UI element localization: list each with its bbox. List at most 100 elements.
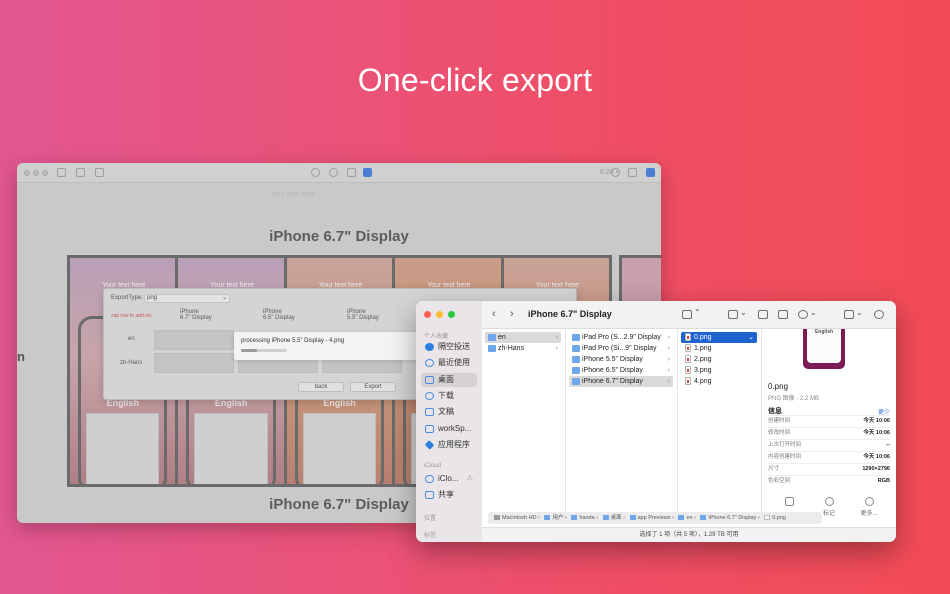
chevron-right-icon: › <box>667 334 670 341</box>
column-view-icon[interactable] <box>682 310 692 319</box>
info-row: 创建时间 今天 10:06 <box>768 415 890 426</box>
list-item[interactable]: 1.png <box>681 343 757 354</box>
finder-title: iPhone 6.7" Display <box>528 309 612 319</box>
sidebar-section-tags: 标签 <box>424 533 437 539</box>
list-item[interactable]: 4.png <box>681 376 757 387</box>
info-value: 今天 10:06 <box>863 418 890 424</box>
sidebar-item-desktop[interactable]: 桌面 <box>421 373 477 387</box>
sidebar-item-documents[interactable]: 文稿 <box>421 405 477 419</box>
list-item[interactable]: iPhone 6.5" Display › <box>569 365 673 376</box>
info-key: 尺寸 <box>768 466 780 472</box>
image-icon[interactable] <box>95 168 104 177</box>
export-button[interactable]: Export <box>350 382 396 392</box>
sidebar-item-downloads[interactable]: 下载 <box>421 389 477 403</box>
sidebar-toggle-icon[interactable] <box>57 168 66 177</box>
info-value: 1290×2796 <box>862 466 890 472</box>
path-segment[interactable]: iPhone 6.7" Display › <box>700 515 760 521</box>
sidebar-item-label: 桌面 <box>438 375 454 384</box>
folder-icon <box>425 425 434 433</box>
gear-icon[interactable] <box>329 168 338 177</box>
sidebar-item-airdrop[interactable]: 隔空投送 <box>421 340 477 354</box>
cloud-icon <box>425 475 434 483</box>
sidebar-item-applications[interactable]: 应用程序 <box>421 438 477 452</box>
list-item[interactable]: 3.png <box>681 365 757 376</box>
folder-icon <box>488 334 496 341</box>
path-label: 0.png <box>772 515 786 521</box>
path-segment[interactable]: en › <box>678 515 696 521</box>
png-file-icon <box>764 515 771 521</box>
more-actions-icon[interactable] <box>798 310 808 319</box>
group-chevron-icon[interactable]: ⌄ <box>740 308 747 317</box>
list-item[interactable]: iPhone 5.5" Display › <box>569 354 673 365</box>
progress-fill <box>241 349 258 352</box>
top-placeholder-text: Your text here <box>271 191 315 198</box>
export-cell <box>154 330 234 350</box>
list-item[interactable]: zh-Hans › <box>485 343 561 354</box>
minimize-dot-icon[interactable] <box>33 170 39 176</box>
info-value: -- <box>886 442 890 448</box>
path-label: iPhone 6.7" Display <box>708 515 757 521</box>
forward-chevron-icon[interactable]: › <box>510 308 514 320</box>
path-segment[interactable]: 0.png <box>764 515 786 521</box>
card-screen <box>86 413 160 484</box>
grid-view-icon[interactable] <box>76 168 85 177</box>
export-type-select[interactable]: png ⌄ <box>144 294 230 303</box>
info-key: 创建时间 <box>768 418 791 424</box>
sidebar-item-label: workSp... <box>438 424 472 433</box>
sidebar-item-shared[interactable]: 共享 <box>421 488 477 502</box>
back-chevron-icon[interactable]: ‹ <box>492 308 496 320</box>
settings-icon[interactable] <box>311 168 320 177</box>
list-item-label: 1.png <box>694 345 712 352</box>
list-item[interactable]: 0.png ⌄ <box>681 332 757 343</box>
list-item[interactable]: 2.png <box>681 354 757 365</box>
preview-toggle-icon[interactable] <box>844 310 854 319</box>
more-action[interactable]: 更多... <box>854 497 884 517</box>
path-segment[interactable]: app Previews › <box>629 515 674 521</box>
path-segment[interactable]: handa › <box>571 515 598 521</box>
export-cell <box>154 353 234 373</box>
info-row: 上次打开时间 -- <box>768 439 890 450</box>
side-letter: n <box>17 349 25 364</box>
list-item-label: 3.png <box>694 367 712 374</box>
rotate-action[interactable] <box>774 497 804 508</box>
back-button[interactable]: back <box>298 382 344 392</box>
list-item[interactable]: en › <box>485 332 561 343</box>
sidebar-item-workspace[interactable]: workSp... <box>421 422 477 436</box>
list-item[interactable]: iPad Pro (S...2.9" Display › <box>569 332 673 343</box>
search-icon[interactable] <box>874 310 884 319</box>
inspector-icon[interactable] <box>646 168 655 177</box>
close-dot-icon[interactable] <box>24 170 30 176</box>
view-options-chevron-icon[interactable]: ⌃ <box>694 308 701 317</box>
minimize-button-icon[interactable] <box>436 311 443 318</box>
preview-chevron-icon[interactable]: ⌄ <box>856 308 863 317</box>
info-row: 尺寸 1290×2796 <box>768 463 890 474</box>
frame-title-top: iPhone 6.7" Display <box>269 228 409 245</box>
actions-chevron-icon[interactable]: ⌄ <box>810 308 817 317</box>
progress-dialog: processing iPhone 5.5" Display - 4.png <box>234 332 424 360</box>
add-icon[interactable] <box>611 168 620 177</box>
print-icon[interactable] <box>347 168 356 177</box>
path-segment[interactable]: 桌面 › <box>602 515 625 521</box>
png-file-icon <box>685 377 691 385</box>
zoom-dot-icon[interactable] <box>42 170 48 176</box>
sidebar-item-recents[interactable]: 最近使用 <box>421 356 477 370</box>
share-icon[interactable] <box>628 168 637 177</box>
list-item-label: iPad Pro (Si...9" Display <box>582 345 657 352</box>
preview-thumbnail[interactable]: English <box>803 329 845 369</box>
column-header: iPhone 5.5" Display <box>347 309 379 321</box>
maximize-button-icon[interactable] <box>448 311 455 318</box>
group-icon[interactable] <box>728 310 738 319</box>
sidebar-item-icloud-drive[interactable]: iClo... ⚠ <box>421 472 477 486</box>
chevron-right-icon: › <box>555 334 558 341</box>
preview-icon[interactable] <box>363 168 372 177</box>
path-label: en <box>686 515 693 521</box>
rotate-icon <box>784 497 794 506</box>
close-button-icon[interactable] <box>424 311 431 318</box>
path-segment[interactable]: 用户 › <box>544 515 567 521</box>
list-item[interactable]: iPad Pro (Si...9" Display › <box>569 343 673 354</box>
list-item[interactable]: iPhone 6.7" Display › <box>569 376 673 387</box>
path-segment[interactable]: Macintosh HD › <box>494 515 540 521</box>
row-label-en: en <box>128 336 135 342</box>
tag-icon[interactable] <box>778 310 788 319</box>
share-icon[interactable] <box>758 310 768 319</box>
